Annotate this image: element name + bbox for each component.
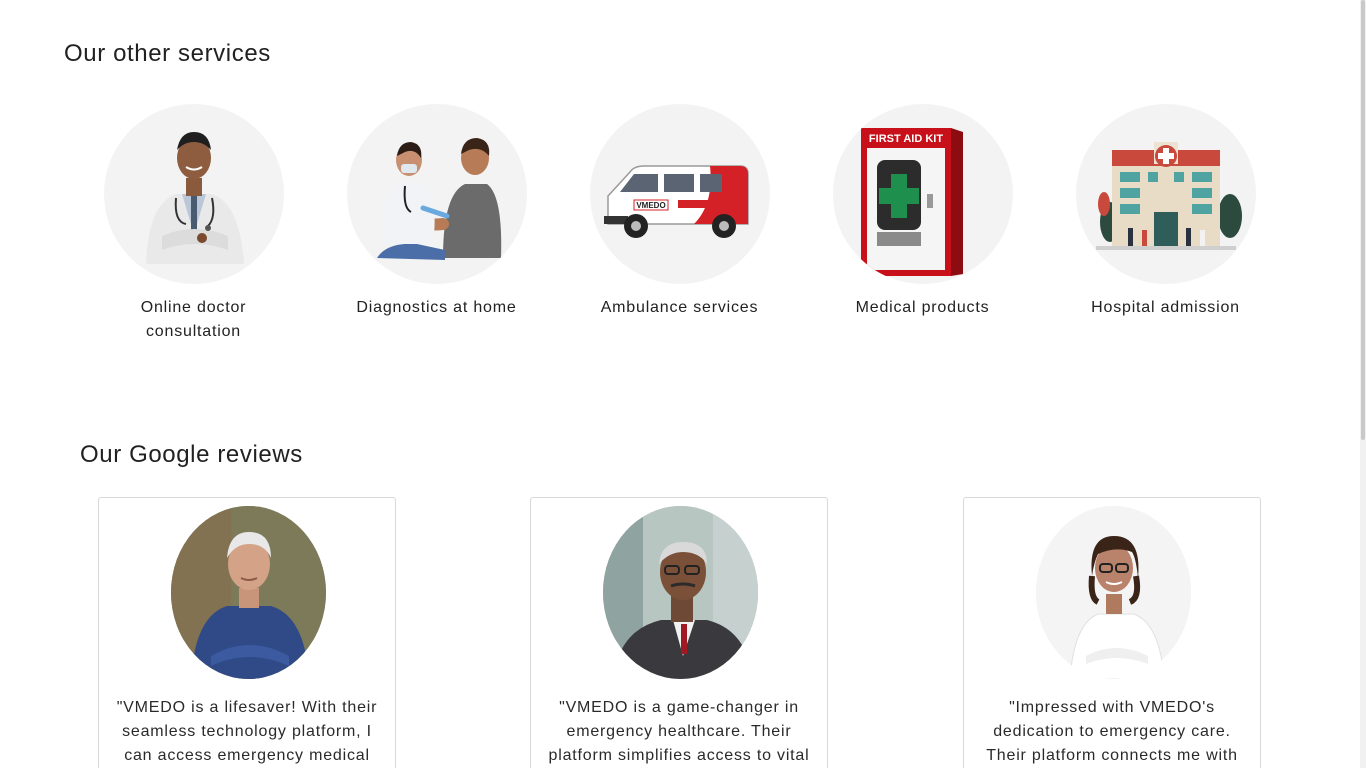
service-online-doctor[interactable]: Online doctor consultation xyxy=(72,104,315,344)
reviewer-avatar xyxy=(171,506,326,679)
reviews-section-title: Our Google reviews xyxy=(80,441,303,468)
service-label: Ambulance services xyxy=(600,299,759,316)
service-circle xyxy=(1075,104,1256,284)
doctor-icon xyxy=(145,132,244,264)
service-circle: FIRST AID KIT xyxy=(832,104,1013,284)
service-label: Online doctor consultation xyxy=(140,299,247,340)
services-list: Online doctor consultation Diagnostics a… xyxy=(72,104,1287,344)
service-label: Medical products xyxy=(855,299,990,316)
review-card: "VMEDO is a lifesaver! With their seamle… xyxy=(98,497,396,768)
ambulance-icon: VMEDO xyxy=(603,165,749,238)
page: Our other services Online doctor consult… xyxy=(0,0,1366,768)
service-hospital-admission[interactable]: Hospital admission xyxy=(1044,104,1287,344)
reviewer-photo-icon xyxy=(603,506,758,679)
reviewer-avatar xyxy=(603,506,758,679)
first-aid-kit-icon: FIRST AID KIT xyxy=(860,128,963,276)
reviewer-photo-icon xyxy=(1036,506,1191,679)
service-medical-products[interactable]: FIRST AID KIT Medical products xyxy=(801,104,1044,344)
scrollbar[interactable] xyxy=(1360,0,1366,768)
service-circle: VMEDO xyxy=(589,104,770,284)
reviewer-photo-icon xyxy=(171,506,326,679)
review-card: "Impressed with VMEDO's dedication to em… xyxy=(963,497,1261,768)
review-text: "VMEDO is a lifesaver! With their seamle… xyxy=(116,699,378,764)
review-text: "Impressed with VMEDO's dedication to em… xyxy=(986,699,1238,764)
services-section-title: Our other services xyxy=(64,40,271,67)
diagnostics-icon xyxy=(376,138,501,260)
reviewer-avatar xyxy=(1036,506,1191,679)
review-card: "VMEDO is a game-changer in emergency he… xyxy=(530,497,828,768)
scrollbar-thumb[interactable] xyxy=(1361,0,1365,440)
service-circle xyxy=(103,104,284,284)
review-text: "VMEDO is a game-changer in emergency he… xyxy=(548,699,810,764)
service-circle xyxy=(346,104,527,284)
service-ambulance[interactable]: VMEDO Ambulance services xyxy=(558,104,801,344)
ambulance-brand-text: VMEDO xyxy=(636,201,665,210)
hospital-icon xyxy=(1095,142,1242,250)
service-diagnostics-at-home[interactable]: Diagnostics at home xyxy=(315,104,558,344)
service-label: Hospital admission xyxy=(1091,299,1240,316)
service-label: Diagnostics at home xyxy=(356,299,517,316)
first-aid-kit-text: FIRST AID KIT xyxy=(868,133,942,145)
